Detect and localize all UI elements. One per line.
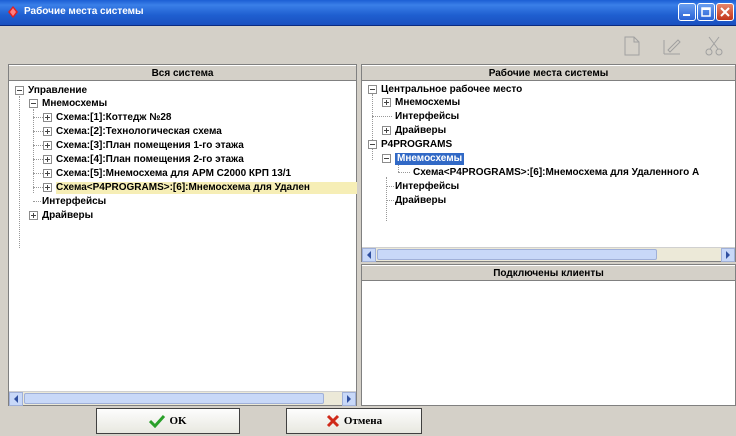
tree-item-scheme[interactable]: Схема:[5]:Мнемосхема для АРМ С2000 КРП 1… [56,168,291,180]
collapse-toggle[interactable] [368,140,377,149]
workstations-panel: Рабочие места системы Центральное рабоче… [361,64,736,262]
tree-item-central[interactable]: Центральное рабочее место [381,84,522,96]
cancel-label: Отмена [343,415,383,427]
scroll-left-button[interactable] [9,392,23,406]
all-system-panel: Вся система Управление Мнемосхемы Схема:… [8,64,357,406]
tree-item-central-mnemo[interactable]: Мнемосхемы [395,97,460,109]
ok-label: OK [169,415,187,427]
clients-panel: Подключены клиенты [361,264,736,406]
cancel-button[interactable]: Отмена [286,408,422,434]
arrow-right-icon [726,251,730,259]
tree-item-central-drivers[interactable]: Драйверы [395,125,446,137]
tree-item-scheme[interactable]: Схема:[3]:План помещения 1-го этажа [56,140,244,152]
tree-item-scheme[interactable]: Схема:[1]:Коттедж №28 [56,112,171,124]
horizontal-scrollbar[interactable] [9,391,356,406]
tree-item-p4-scheme[interactable]: Схема<P4PROGRAMS>:[6]:Мнемосхема для Уда… [413,167,735,179]
scroll-thumb[interactable] [377,249,657,260]
maximize-button[interactable] [697,3,715,21]
title-bar[interactable]: Рабочие места системы [0,0,736,26]
maximize-icon [701,7,711,17]
collapse-toggle[interactable] [29,99,38,108]
expand-toggle[interactable] [43,183,52,192]
scroll-thumb[interactable] [24,393,324,404]
tree-item-drivers[interactable]: Драйверы [42,210,93,222]
arrow-left-icon [14,395,18,403]
tree-item-root[interactable]: Управление [28,85,87,97]
all-system-header: Вся система [9,65,356,81]
expand-toggle[interactable] [43,155,52,164]
scroll-right-button[interactable] [721,248,735,262]
tree-item-p4programs[interactable]: P4PROGRAMS [381,139,452,151]
minimize-icon [683,14,690,16]
expand-toggle[interactable] [382,98,391,107]
close-button[interactable] [716,3,734,21]
expand-toggle[interactable] [29,211,38,220]
window-title: Рабочие места системы [24,6,144,17]
minimize-button[interactable] [678,3,696,21]
tree-item-central-interfaces[interactable]: Интерфейсы [395,111,459,123]
arrow-left-icon [367,251,371,259]
clients-list[interactable] [362,281,735,405]
tree-item-interfaces[interactable]: Интерфейсы [42,196,106,208]
tree-item-scheme[interactable]: Схема:[4]:План помещения 2-го этажа [56,154,244,166]
expand-toggle[interactable] [43,127,52,136]
scroll-left-button[interactable] [362,248,376,262]
workstations-header: Рабочие места системы [362,65,735,81]
new-document-icon[interactable] [620,34,644,58]
checkmark-icon [149,415,166,429]
toolbar [0,26,736,64]
app-icon [8,6,18,18]
clients-header: Подключены клиенты [362,265,735,281]
tree-item-scheme[interactable]: Схема:[2]:Технологическая схема [56,126,222,138]
collapse-toggle[interactable] [15,86,24,95]
scissors-icon[interactable] [702,34,726,58]
tree-item-p4-mnemo[interactable]: Мнемосхемы [395,153,465,165]
expand-toggle[interactable] [43,141,52,150]
expand-toggle[interactable] [43,113,52,122]
tree-item-p4-drivers[interactable]: Драйверы [395,195,446,207]
collapse-toggle[interactable] [368,85,377,94]
expand-toggle[interactable] [382,126,391,135]
arrow-right-icon [347,395,351,403]
edit-icon[interactable] [660,34,684,58]
expand-toggle[interactable] [43,169,52,178]
close-icon [720,7,730,17]
collapse-toggle[interactable] [382,154,391,163]
tree-item-mnemo[interactable]: Мнемосхемы [42,98,107,110]
ok-button[interactable]: OK [96,408,240,434]
horizontal-scrollbar[interactable] [362,247,735,262]
tree-item-scheme[interactable]: Схема<P4PROGRAMS>:[6]:Мнемосхема для Уда… [56,182,357,194]
scroll-right-button[interactable] [342,392,356,406]
cancel-x-icon [326,415,339,428]
tree-item-p4-interfaces[interactable]: Интерфейсы [395,181,459,193]
